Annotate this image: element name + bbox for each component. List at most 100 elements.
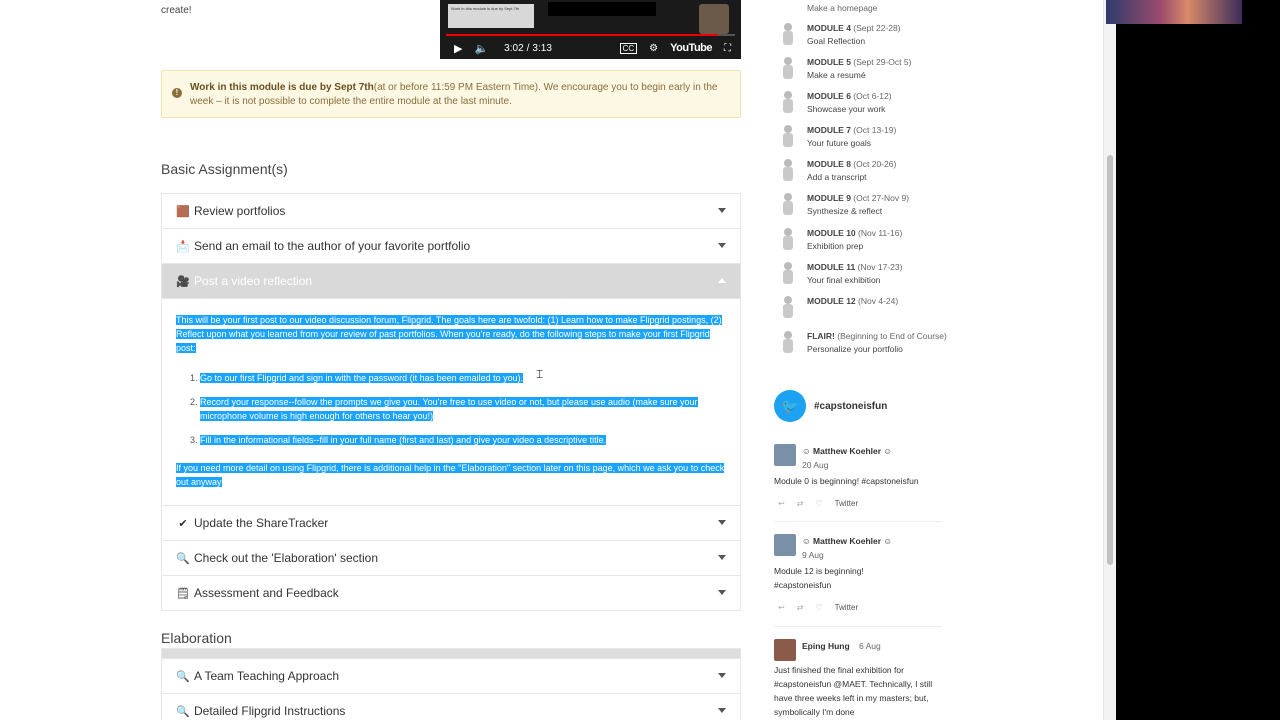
magnifier-icon: 🔍 <box>176 670 190 683</box>
accordion-flipgrid-instructions[interactable]: 🔍 Detailed Flipgrid Instructions <box>162 693 740 720</box>
volume-icon[interactable]: 🔈 <box>474 42 488 55</box>
retweet-icon[interactable]: ⇄ <box>797 497 804 511</box>
flipgrid-outro-text: If you need more detail on using Flipgri… <box>176 463 725 487</box>
play-icon[interactable]: ▶ <box>454 42 462 55</box>
tweet-date[interactable]: 20 Aug <box>802 458 828 472</box>
heart-icon[interactable]: ♡ <box>815 601 822 615</box>
flipgrid-steps: Go to our first Flipgrid and sign in wit… <box>200 371 726 447</box>
divider <box>774 521 942 522</box>
chevron-down-icon <box>718 208 726 213</box>
accordion-update-sharetracker[interactable]: ✔ Update the ShareTracker <box>162 505 740 540</box>
figure-icon <box>777 56 799 82</box>
chevron-down-icon <box>718 708 726 713</box>
tweet-date[interactable]: 6 Aug <box>859 639 881 653</box>
captions-icon[interactable]: CC <box>619 42 638 54</box>
module-desc: Goal Reflection <box>807 36 866 46</box>
module-name: MODULE 8 <box>807 159 851 169</box>
module-name: MODULE 11 <box>807 262 856 272</box>
avatar[interactable] <box>774 639 796 661</box>
page-scrollbar[interactable] <box>1103 0 1116 720</box>
chevron-down-icon <box>718 555 726 560</box>
video-presenter <box>699 4 729 34</box>
figure-icon <box>777 192 799 218</box>
notepad-icon: 🗒 <box>176 587 190 600</box>
module-desc: Your final exhibition <box>807 275 881 285</box>
accordion-check-elaboration[interactable]: 🔍 Check out the 'Elaboration' section <box>162 540 740 575</box>
chevron-down-icon <box>718 590 726 595</box>
module-name: MODULE 7 <box>807 125 851 135</box>
figure-icon <box>777 261 799 287</box>
tweet-author[interactable]: Eping Hung <box>802 639 850 653</box>
video-time-separator: / <box>526 42 530 54</box>
accordion-label: Review portfolios <box>194 204 286 218</box>
twitter-hashtag[interactable]: #capstoneisfun <box>814 401 887 412</box>
tweet-author[interactable]: ☺ Matthew Koehler ☺ <box>802 444 892 458</box>
heart-icon[interactable]: ♡ <box>815 497 822 511</box>
list-item: Record your response--follow the prompts… <box>200 395 726 423</box>
tweet-text: Just finished the final exhibition for #… <box>774 665 933 717</box>
tweet-author[interactable]: ☺ Matthew Koehler ☺ <box>802 534 892 548</box>
tweet-actions: ↩ ⇄ ♡ Twitter <box>778 497 858 511</box>
figure-icon <box>777 90 799 116</box>
module-date: (Sept 29-Oct 5) <box>853 57 912 67</box>
tweet-date[interactable]: 9 Aug <box>802 548 824 562</box>
module-desc: Personalize your portfolio <box>807 344 903 354</box>
avatar[interactable] <box>774 534 796 556</box>
due-date-notice: ! Work in this module is due by Sept 7th… <box>161 70 741 118</box>
accordion-send-email[interactable]: 📩 Send an email to the author of your fa… <box>162 228 740 263</box>
basic-assignments-title: Basic Assignment(s) <box>161 161 288 177</box>
module-date: (Nov 11-16) <box>858 228 903 238</box>
gear-icon[interactable]: ⚙ <box>649 43 658 54</box>
list-item: Fill in the informational fields--fill i… <box>200 433 726 447</box>
video-progress-fill <box>446 34 718 36</box>
reply-icon[interactable]: ↩ <box>778 497 785 511</box>
video-player[interactable]: Work in this module is due by Sept 7th ▶… <box>440 0 741 59</box>
module-name: MODULE 12 <box>807 296 856 306</box>
accordion-body-video-reflection: This will be your first post to our vide… <box>162 298 740 505</box>
mouse-cursor-icon: ⌶ <box>536 367 544 381</box>
accordion-post-video-reflection[interactable]: 🎥 Post a video reflection <box>162 263 740 298</box>
accordion-label: Post a video reflection <box>194 274 313 288</box>
module-date: (Oct 6-12) <box>853 91 892 101</box>
module-desc: Synthesize & reflect <box>807 206 883 216</box>
module-desc: Your future goals <box>807 138 871 148</box>
figure-icon <box>777 124 799 150</box>
twitter-header[interactable]: 🐦 #capstoneisfun <box>774 390 887 422</box>
module-date: (Sept 22-28) <box>853 23 901 33</box>
avatar[interactable] <box>774 444 796 466</box>
accordion-strip <box>162 648 740 658</box>
checkmark-icon: ✔ <box>178 517 188 530</box>
list-item: Go to our first Flipgrid and sign in wit… <box>200 371 726 385</box>
magnifier-icon: 🔍 <box>176 552 190 565</box>
tweet-source[interactable]: Twitter <box>835 497 859 511</box>
video-current-time: 3:02 <box>504 42 524 54</box>
retweet-icon[interactable]: ⇄ <box>797 601 804 615</box>
accordion-team-teaching[interactable]: 🔍 A Team Teaching Approach <box>162 658 740 693</box>
dark-side-panel <box>1116 0 1280 720</box>
book-icon: 🟫 <box>176 205 190 218</box>
tweet-source[interactable]: Twitter <box>835 601 859 615</box>
divider <box>774 626 942 627</box>
video-camera-icon: 🎥 <box>176 275 190 288</box>
module-desc: Make a homepage <box>807 3 878 13</box>
module-desc: Make a resumé <box>807 70 866 80</box>
reply-icon[interactable]: ↩ <box>778 601 785 615</box>
warning-icon: ! <box>172 88 182 98</box>
chevron-up-icon <box>718 278 726 283</box>
youtube-logo[interactable]: YouTube <box>670 42 712 54</box>
accordion-label: Update the ShareTracker <box>194 516 329 530</box>
scrollbar-thumb[interactable] <box>1107 155 1113 565</box>
chevron-down-icon <box>718 243 726 248</box>
accordion-review-portfolios[interactable]: 🟫 Review portfolios <box>162 193 740 228</box>
accordion-label: Check out the 'Elaboration' section <box>194 551 379 565</box>
fullscreen-icon[interactable]: ⛶ <box>724 43 731 54</box>
module-name: MODULE 10 <box>807 228 856 238</box>
chevron-down-icon <box>718 520 726 525</box>
module-date: (Nov 17-23) <box>857 262 903 272</box>
elaboration-title: Elaboration <box>161 630 232 646</box>
figure-icon <box>777 295 799 321</box>
video-progress-bar[interactable] <box>446 34 735 36</box>
accordion-assessment-feedback[interactable]: 🗒 Assessment and Feedback <box>162 575 740 610</box>
module-desc: Showcase your work <box>807 104 886 114</box>
basic-assignments-accordion: 🟫 Review portfolios 📩 Send an email to t… <box>161 193 741 611</box>
